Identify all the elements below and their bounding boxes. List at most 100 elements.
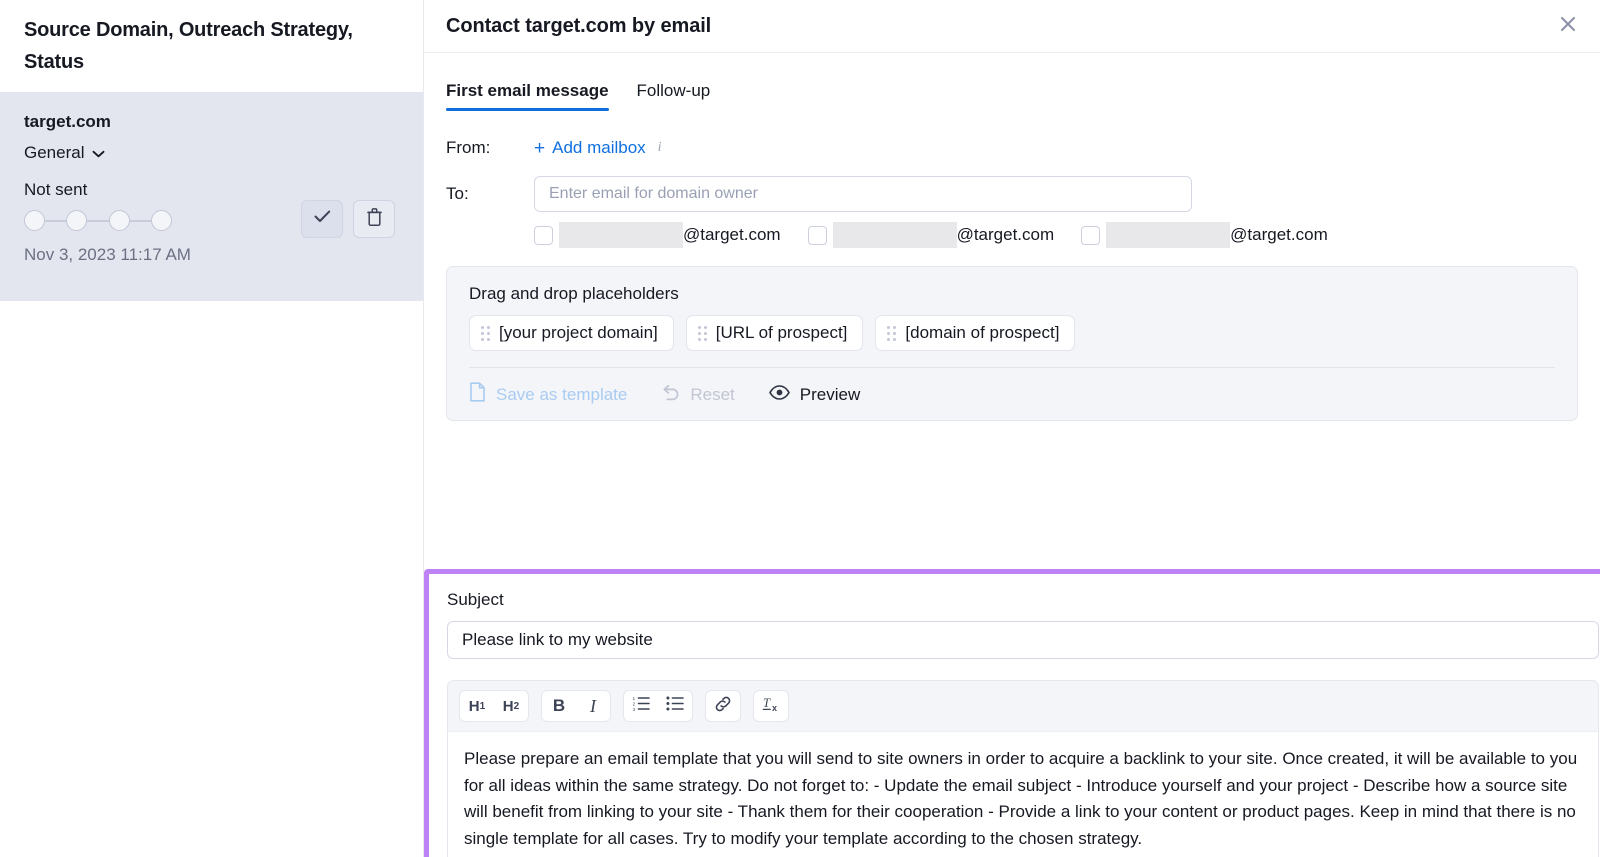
subject-and-body-highlight: Subject H1 H2 B I xyxy=(424,569,1600,857)
from-row: From: + Add mailbox i xyxy=(446,138,1600,158)
chevron-down-icon xyxy=(92,150,105,158)
status-step-dot xyxy=(66,210,88,231)
email-suggestion-checkbox[interactable] xyxy=(807,225,827,245)
clear-format-icon: T x xyxy=(762,695,781,718)
status-timestamp: Nov 3, 2023 11:17 AM xyxy=(24,245,191,264)
toolbar-group-lists: 1 2 3 xyxy=(623,690,693,722)
email-domain-suffix: @target.com xyxy=(956,225,1055,244)
italic-button[interactable]: I xyxy=(576,691,610,721)
placeholder-chip-label: [URL of prospect] xyxy=(715,323,848,342)
placeholder-chip-domain-of-prospect[interactable]: [domain of prospect] xyxy=(875,315,1076,351)
drag-handle-icon[interactable] xyxy=(697,325,707,341)
from-label: From: xyxy=(446,138,491,157)
info-icon[interactable]: i xyxy=(658,140,662,156)
svg-text:3: 3 xyxy=(633,707,636,711)
save-as-template-label: Save as template xyxy=(496,384,628,404)
reset-button[interactable]: Reset xyxy=(661,384,735,406)
placeholders-title: Drag and drop placeholders xyxy=(469,284,679,303)
email-modal: Contact target.com by email First email … xyxy=(424,0,1600,857)
prospect-card[interactable]: target.com General Not sent Nov 3, 2023 … xyxy=(0,92,423,301)
plus-icon: + xyxy=(534,137,546,159)
tab-first-email-message[interactable]: First email message xyxy=(446,80,609,111)
redacted-email-local-part xyxy=(832,222,957,248)
close-button[interactable] xyxy=(1554,12,1582,40)
toolbar-group-headings: H1 H2 xyxy=(459,690,529,722)
status-step-line xyxy=(129,219,151,222)
drag-handle-icon[interactable] xyxy=(887,325,897,341)
redacted-email-local-part xyxy=(1106,222,1231,248)
recipient-email-input[interactable] xyxy=(534,176,1192,212)
template-actions: Save as template Reset Preview xyxy=(469,368,1555,407)
sidebar-header-title: Source Domain, Outreach Strategy, Status xyxy=(24,19,353,73)
placeholders-panel: Drag and drop placeholders [your project… xyxy=(446,266,1578,421)
approve-button[interactable] xyxy=(301,200,343,238)
placeholder-chip-list: [your project domain] [URL of prospect] … xyxy=(469,315,1555,351)
card-action-buttons xyxy=(301,200,395,238)
placeholder-chip-label: [your project domain] xyxy=(499,323,658,342)
outreach-strategy-label: General xyxy=(24,143,85,162)
clear-formatting-button[interactable]: T x xyxy=(754,691,788,721)
placeholder-chip-url-of-prospect[interactable]: [URL of prospect] xyxy=(685,315,864,351)
email-suggestion-checkbox[interactable] xyxy=(1081,225,1101,245)
tab-follow-up[interactable]: Follow-up xyxy=(637,80,711,111)
modal-title: Contact target.com by email xyxy=(446,14,712,37)
link-icon xyxy=(714,695,732,718)
save-as-template-button[interactable]: Save as template xyxy=(469,382,627,407)
status-step-line xyxy=(87,219,109,222)
message-tabs: First email message Follow-up xyxy=(446,53,1600,111)
modal-header: Contact target.com by email xyxy=(424,0,1600,53)
email-suggestion-checkbox[interactable] xyxy=(534,225,553,245)
placeholder-chip-project-domain[interactable]: [your project domain] xyxy=(469,315,674,351)
email-suggestion-list: @target.com @target.com @target.com xyxy=(534,222,1600,248)
email-domain-suffix: @target.com xyxy=(683,225,781,244)
email-suggestion-item[interactable]: @target.com xyxy=(807,222,1055,248)
status-step-line xyxy=(45,219,67,222)
to-row: To: xyxy=(446,176,1600,212)
rich-text-toolbar: H1 H2 B I 1 2 3 T x xyxy=(447,680,1599,731)
outreach-strategy-selector[interactable]: General xyxy=(24,141,105,165)
undo-arrow-icon xyxy=(661,384,680,406)
status-label: Not sent xyxy=(24,180,88,199)
preview-label: Preview xyxy=(799,384,861,404)
delete-button[interactable] xyxy=(353,200,395,238)
heading-1-button[interactable]: H1 xyxy=(460,691,494,721)
subject-input[interactable] xyxy=(447,621,1599,659)
app-root: Source Domain, Outreach Strategy, Status… xyxy=(0,0,1600,857)
heading-2-button[interactable]: H2 xyxy=(494,691,528,721)
to-label: To: xyxy=(446,184,469,203)
toolbar-group-link xyxy=(705,690,741,722)
trash-icon xyxy=(366,207,382,231)
email-body-text: Please prepare an email template that yo… xyxy=(464,749,1578,848)
svg-text:1: 1 xyxy=(633,696,636,701)
email-suggestion-item[interactable]: @target.com xyxy=(1081,222,1328,248)
reset-label: Reset xyxy=(690,384,735,404)
status-progress-steps xyxy=(24,210,172,231)
sidebar: Source Domain, Outreach Strategy, Status… xyxy=(0,0,424,857)
add-mailbox-button[interactable]: + Add mailbox xyxy=(534,138,646,158)
status-step-dot xyxy=(108,210,130,231)
link-button[interactable] xyxy=(706,691,740,721)
placeholder-chip-label: [domain of prospect] xyxy=(905,323,1060,342)
toolbar-group-style: B I xyxy=(541,690,611,722)
ordered-list-icon: 1 2 3 xyxy=(632,696,650,716)
tab-label: First email message xyxy=(446,81,609,100)
subject-label: Subject xyxy=(447,590,504,609)
eye-icon xyxy=(768,384,790,405)
preview-button[interactable]: Preview xyxy=(768,384,861,405)
modal-body: First email message Follow-up From: + Ad… xyxy=(424,53,1600,857)
tab-label: Follow-up xyxy=(636,81,711,100)
email-suggestion-item[interactable]: @target.com xyxy=(534,222,781,248)
email-body-editor[interactable]: Please prepare an email template that yo… xyxy=(447,731,1599,857)
bold-button[interactable]: B xyxy=(542,691,576,721)
prospect-domain: target.com xyxy=(24,112,111,131)
toolbar-group-clear: T x xyxy=(753,690,789,722)
redacted-email-local-part xyxy=(559,222,683,248)
ordered-list-button[interactable]: 1 2 3 xyxy=(624,691,658,721)
bullet-list-button[interactable] xyxy=(658,691,692,721)
add-mailbox-label: Add mailbox xyxy=(552,138,646,157)
bullet-list-icon xyxy=(666,696,684,716)
svg-text:2: 2 xyxy=(633,701,636,706)
status-step-dot xyxy=(150,210,172,231)
svg-text:T: T xyxy=(763,696,771,710)
drag-handle-icon[interactable] xyxy=(481,325,490,341)
